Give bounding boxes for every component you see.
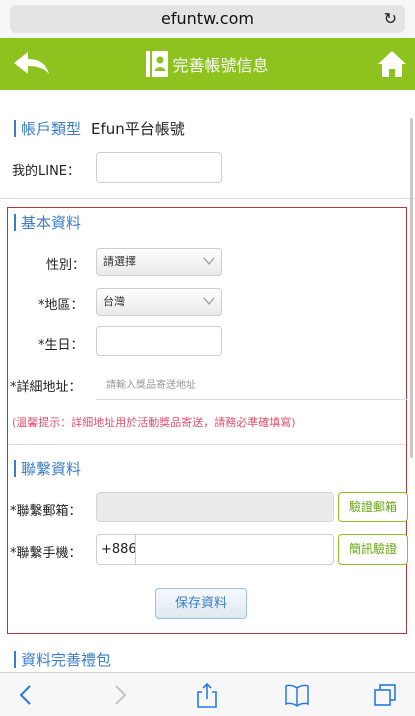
scrollbar[interactable] [410, 118, 413, 458]
divider [8, 444, 406, 445]
browser-url-bar: efuntw.com ↻ [0, 0, 415, 38]
email-input[interactable] [96, 492, 334, 522]
header-title-group: 完善帳號信息 [0, 38, 415, 90]
bookmarks-icon[interactable] [284, 682, 310, 708]
sms-verify-button[interactable]: 簡訊驗證 [338, 534, 408, 565]
region-select[interactable]: 台灣 [96, 288, 222, 316]
verify-email-button[interactable]: 驗證郵箱 [338, 492, 408, 522]
prefix-divider [135, 535, 136, 564]
address-label: *詳細地址： [10, 380, 82, 395]
line-label: 我的LINE： [12, 164, 81, 179]
section-marker [14, 460, 16, 477]
phone-input[interactable]: +886 [96, 534, 334, 565]
section-marker [14, 214, 16, 231]
browser-toolbar [0, 672, 415, 716]
contact-card-icon [146, 51, 169, 77]
account-type-label: 帳戶類型 [21, 120, 82, 138]
phone-prefix: +886 [101, 542, 137, 557]
home-icon[interactable] [377, 49, 407, 79]
chevron-down-icon [203, 257, 215, 265]
basic-section-title: 基本資料 [21, 214, 82, 232]
line-input[interactable] [96, 152, 222, 183]
section-marker [14, 120, 16, 137]
save-button[interactable]: 保存資料 [155, 588, 247, 619]
birthday-input[interactable] [96, 326, 222, 356]
email-label: *聯繫郵箱： [10, 504, 82, 519]
region-select-value: 台灣 [103, 295, 125, 308]
share-icon[interactable] [194, 682, 220, 708]
address-placeholder: 請輸入獎品寄送地址 [106, 380, 196, 391]
phone-label: *聯繫手機： [10, 546, 82, 561]
address-input[interactable]: 請輸入獎品寄送地址 [96, 367, 407, 400]
url-text: efuntw.com [161, 9, 254, 28]
contact-section-title: 聯繫資料 [21, 460, 82, 478]
account-type-row: 帳戶類型 Efun平台帳號 [14, 118, 185, 139]
back-chevron-icon[interactable] [14, 682, 40, 708]
divider [0, 198, 415, 199]
forward-chevron-icon[interactable] [106, 682, 132, 708]
region-label: *地區： [38, 298, 84, 313]
gender-select[interactable]: 請選擇 [96, 248, 222, 276]
chevron-down-icon [203, 297, 215, 305]
account-type-value: Efun平台帳號 [91, 120, 185, 138]
reload-icon[interactable]: ↻ [384, 5, 397, 33]
app-header: 完善帳號信息 [0, 38, 415, 90]
page-title: 完善帳號信息 [172, 56, 269, 75]
gift-section-title: 資料完善禮包 [21, 651, 112, 669]
section-marker [14, 651, 16, 668]
basic-section-header: 基本資料 [14, 212, 81, 233]
gender-select-value: 請選擇 [103, 255, 136, 268]
address-field[interactable]: efuntw.com ↻ [10, 5, 405, 33]
address-hint: (溫馨提示：詳細地址用於活動獎品寄送，請務必準確填寫) [12, 416, 296, 429]
gift-section-header: 資料完善禮包 [14, 649, 111, 670]
gender-label: 性別： [46, 258, 86, 273]
contact-section-header: 聯繫資料 [14, 458, 81, 479]
tabs-icon[interactable] [372, 682, 398, 708]
birthday-label: *生日： [38, 338, 84, 353]
